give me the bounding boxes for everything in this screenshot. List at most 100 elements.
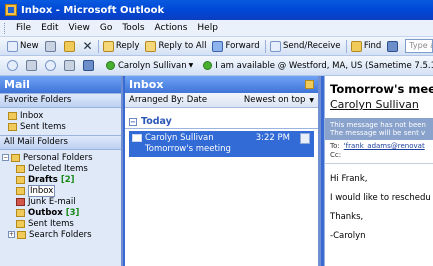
sent-items-icon (16, 219, 25, 228)
expand-icon[interactable]: + (8, 231, 15, 238)
unread-count: [2] (60, 174, 75, 185)
menu-edit[interactable]: Edit (36, 23, 63, 33)
to-field: To: 'frank_adams@renovat (330, 142, 433, 150)
sametime-search-button[interactable] (4, 58, 23, 73)
sametime-contacts-button[interactable] (23, 58, 42, 73)
info-bar-line-1: This message has not been (330, 121, 426, 129)
arrange-bar: Arranged By: Date Newest on top ▼ (125, 93, 318, 108)
presence-status-text: I am available @ Westford, MA, US (Samet… (215, 60, 433, 71)
presence-status[interactable]: I am available @ Westford, MA, US (Samet… (200, 58, 433, 73)
move-to-folder-button[interactable] (61, 39, 80, 54)
inbox-icon (8, 111, 17, 120)
title-bar: Inbox - Microsoft Outlook (0, 0, 433, 20)
deleted-items-icon (16, 164, 25, 173)
sametime-chat-button[interactable] (80, 58, 99, 73)
reading-subject: Tomorrow's meeting (330, 82, 433, 96)
menu-actions[interactable]: Actions (150, 23, 193, 33)
message-list-pane: Inbox Arranged By: Date Newest on top ▼ −… (125, 76, 321, 266)
forward-icon (212, 40, 224, 52)
group-label: Today (141, 116, 172, 127)
favorite-folder-sent-items[interactable]: Sent Items (8, 121, 121, 132)
menu-file[interactable]: File (11, 23, 36, 33)
folder-label: Personal Folders (23, 152, 93, 163)
personal-folders-icon (11, 153, 20, 162)
menu-go[interactable]: Go (95, 23, 117, 33)
to-recipient[interactable]: 'frank_adams@renovat (344, 142, 425, 150)
reply-all-button-label: Reply to All (158, 41, 207, 51)
refresh-icon (45, 60, 56, 71)
presence-icon (203, 61, 213, 70)
print-button[interactable] (42, 39, 61, 54)
delete-button[interactable]: ✕ (80, 39, 96, 54)
body-line: I would like to reschedu (330, 193, 431, 203)
forward-button[interactable]: Forward (209, 39, 262, 54)
send-receive-button[interactable]: Send/Receive (267, 39, 344, 54)
menu-help[interactable]: Help (192, 23, 223, 33)
menu-bar: File Edit View Go Tools Actions Help (0, 20, 433, 37)
menu-view[interactable]: View (64, 23, 95, 33)
favorite-folders-header[interactable]: Favorite Folders (0, 93, 121, 108)
navigation-pane: Mail Favorite Folders Inbox Sent Items A… (0, 76, 123, 266)
reply-button[interactable]: Reply (100, 39, 143, 54)
contact-status-icon (106, 61, 115, 70)
folder-sent-items[interactable]: Sent Items (16, 218, 121, 229)
message-body: Hi Frank, I would like to reschedu Thank… (330, 174, 433, 241)
unread-count: [3] (65, 207, 80, 218)
send-receive-icon (269, 40, 281, 52)
send-receive-label: Send/Receive (282, 41, 341, 51)
flag-icon[interactable] (300, 133, 310, 144)
sent-items-icon (8, 122, 17, 131)
reply-all-button[interactable]: Reply to All (142, 39, 209, 54)
new-button-label: New (20, 41, 39, 51)
collapse-group-icon[interactable]: − (129, 117, 137, 126)
reading-sender[interactable]: Carolyn Sullivan (330, 98, 433, 112)
body-line: Hi Frank, (330, 174, 368, 184)
list-pane-header: Inbox (125, 76, 318, 93)
folder-label: Deleted Items (28, 163, 88, 174)
outbox-icon (16, 208, 25, 217)
chevron-down-icon: ▼ (188, 62, 194, 69)
folder-inbox[interactable]: Inbox (16, 184, 121, 197)
collapse-icon[interactable]: − (2, 154, 9, 161)
address-book-button[interactable] (384, 39, 403, 54)
menu-tools[interactable]: Tools (117, 23, 149, 33)
search-folders-icon (17, 230, 26, 239)
junk-email-icon (16, 197, 25, 206)
header-divider (325, 163, 433, 164)
message-time: 3:22 PM (255, 133, 290, 143)
drafts-icon (16, 175, 25, 184)
folder-junk-email[interactable]: Junk E-mail (16, 196, 121, 207)
folder-deleted-items[interactable]: Deleted Items (16, 163, 121, 174)
folder-label: Junk E-mail (28, 196, 76, 207)
folder-label: Drafts (28, 174, 58, 185)
sametime-refresh-button[interactable] (42, 58, 61, 73)
new-button[interactable]: New (4, 39, 42, 54)
to-label: To: (330, 142, 340, 150)
folder-search-folders[interactable]: + Search Folders (8, 229, 121, 240)
arrange-by-button[interactable]: Arranged By: Date (129, 95, 207, 105)
favorite-folders-list: Inbox Sent Items (0, 108, 121, 135)
menu-grip[interactable] (4, 22, 7, 34)
message-row[interactable]: Carolyn Sullivan 3:22 PM Tomorrow's meet… (129, 131, 314, 157)
favorite-folder-inbox[interactable]: Inbox (8, 110, 121, 121)
list-pane-title: Inbox (129, 78, 164, 91)
contact-search-input[interactable]: Type a contact (405, 39, 433, 53)
reading-pane: Tomorrow's meeting Carolyn Sullivan This… (324, 76, 433, 266)
all-mail-folders-header[interactable]: All Mail Folders (0, 135, 121, 150)
sort-order-button[interactable]: Newest on top ▼ (244, 95, 314, 105)
folder-outbox[interactable]: Outbox [3] (16, 207, 121, 218)
folder-drafts[interactable]: Drafts [2] (16, 174, 121, 185)
info-bar[interactable]: This message has not been The message wi… (325, 118, 433, 140)
inbox-icon (16, 186, 25, 195)
find-button[interactable]: Find (348, 39, 384, 54)
folder-label: Sent Items (20, 121, 66, 132)
find-button-label: Find (363, 41, 382, 51)
group-header-today[interactable]: − Today (125, 115, 318, 129)
folder-personal-folders[interactable]: − Personal Folders (2, 152, 121, 163)
new-mail-icon (7, 40, 18, 52)
chat-icon (83, 60, 94, 71)
magnifier-icon (7, 60, 18, 71)
contact-selector[interactable]: Carolyn Sullivan ▼ (103, 58, 196, 73)
sametime-call-button[interactable] (61, 58, 80, 73)
folder-label: Outbox (28, 207, 63, 218)
